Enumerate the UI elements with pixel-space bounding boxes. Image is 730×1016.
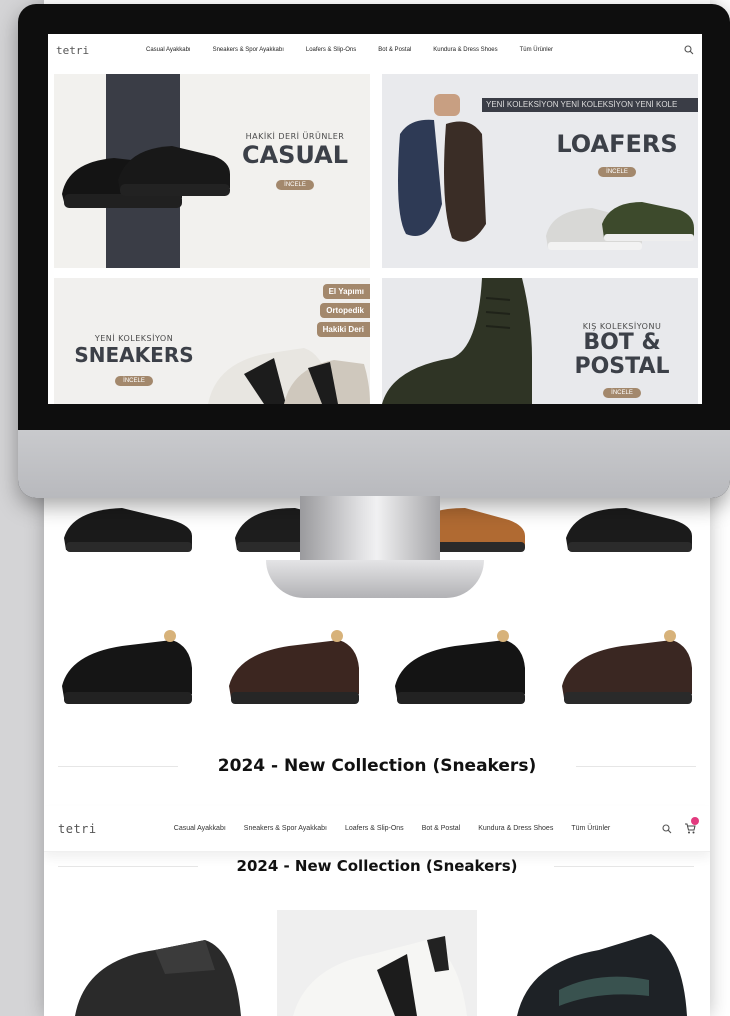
nav-item-all[interactable]: Tüm Ürünler — [571, 825, 610, 832]
monitor-frame: tetri Casual Ayakkabı Sneakers & Spor Ay… — [18, 4, 730, 498]
category-tile-loafers[interactable]: YENİ KOLEKSİYON YENİ KOLEKSİYON YENİ KOL… — [382, 74, 698, 268]
search-icon[interactable] — [684, 45, 694, 55]
product-shoe[interactable] — [219, 616, 369, 716]
tile-subtitle: HAKİKİ DERİ ÜRÜNLER — [245, 132, 345, 141]
cart-badge — [691, 817, 699, 825]
product-row-sneakers — [44, 910, 710, 1016]
tile-title: SNEAKERS — [74, 343, 194, 367]
monitor-chin — [18, 430, 730, 498]
monitor-stand-base — [266, 560, 484, 598]
tile-title: CASUAL — [241, 141, 349, 169]
category-tile-sneakers[interactable]: YENİ KOLEKSİYON SNEAKERS İNCELE El Yapım… — [54, 278, 370, 404]
nav-item-bot[interactable]: Bot & Postal — [422, 825, 461, 832]
product-row-2 — [44, 616, 710, 716]
section-heading-sticky: 2024 - New Collection (Sneakers) — [236, 857, 518, 875]
feature-chip: Hakiki Deri — [316, 322, 370, 337]
product-sneaker[interactable] — [499, 910, 699, 1016]
tile-title-line2: POSTAL — [574, 354, 670, 379]
nav-item-casual[interactable]: Casual Ayakkabı — [146, 47, 191, 53]
category-tile-casual[interactable]: HAKİKİ DERİ ÜRÜNLER CASUAL İNCELE — [54, 74, 370, 268]
nav-item-kundura[interactable]: Kundura & Dress Shoes — [433, 47, 497, 53]
screen-nav: Casual Ayakkabı Sneakers & Spor Ayakkabı… — [146, 47, 674, 53]
product-shoe[interactable] — [385, 616, 535, 716]
nav-item-loafers[interactable]: Loafers & Slip-Ons — [306, 47, 356, 53]
inspect-button[interactable]: İNCELE — [603, 388, 641, 398]
nav-item-sneakers[interactable]: Sneakers & Spor Ayakkabı — [213, 47, 284, 53]
search-icon[interactable] — [662, 823, 672, 834]
product-shoe[interactable] — [552, 490, 702, 590]
header-icons — [656, 817, 699, 834]
casual-shoe-image — [62, 146, 230, 208]
product-shoe[interactable] — [552, 616, 702, 716]
tile-subtitle: YENİ KOLEKSİYON — [94, 334, 174, 343]
product-sneaker[interactable] — [277, 910, 477, 1016]
collection-banner: YENİ KOLEKSİYON YENİ KOLEKSİYON YENİ KOL… — [482, 98, 698, 112]
product-shoe[interactable] — [52, 490, 202, 590]
nav-item-sneakers[interactable]: Sneakers & Spor Ayakkabı — [244, 825, 327, 832]
sticky-header: tetri Casual Ayakkabı Sneakers & Spor Ay… — [44, 806, 710, 852]
main-nav: Casual Ayakkabı Sneakers & Spor Ayakkabı… — [128, 825, 656, 832]
logo[interactable]: tetri — [56, 44, 146, 57]
logo[interactable]: tetri — [58, 822, 128, 836]
inspect-button[interactable]: İNCELE — [276, 180, 314, 190]
nav-item-bot[interactable]: Bot & Postal — [378, 47, 411, 53]
screen-header: tetri Casual Ayakkabı Sneakers & Spor Ay… — [48, 34, 702, 66]
section-heading: 2024 - New Collection (Sneakers) — [217, 756, 537, 776]
feature-chip: Ortopedik — [320, 303, 370, 318]
tile-title-line1: BOT & — [583, 330, 661, 355]
loafers-pair-image — [546, 202, 694, 250]
monitor-screen: tetri Casual Ayakkabı Sneakers & Spor Ay… — [48, 34, 702, 404]
nav-item-all[interactable]: Tüm Ürünler — [520, 47, 553, 53]
product-shoe[interactable] — [52, 616, 202, 716]
loafers-held-image — [398, 94, 486, 242]
feature-chip: El Yapımı — [322, 284, 370, 299]
product-sneaker[interactable] — [55, 910, 255, 1016]
sneakers-image — [208, 348, 370, 404]
boot-image — [382, 278, 532, 404]
category-tile-bot[interactable]: KIŞ KOLEKSİYONU BOT & POSTAL İNCELE — [382, 278, 698, 404]
tile-title: LOAFERS — [556, 130, 678, 158]
nav-item-kundura[interactable]: Kundura & Dress Shoes — [478, 825, 553, 832]
inspect-button[interactable]: İNCELE — [598, 167, 636, 177]
nav-item-loafers[interactable]: Loafers & Slip-Ons — [345, 825, 404, 832]
nav-item-casual[interactable]: Casual Ayakkabı — [174, 825, 226, 832]
inspect-button[interactable]: İNCELE — [115, 376, 153, 386]
